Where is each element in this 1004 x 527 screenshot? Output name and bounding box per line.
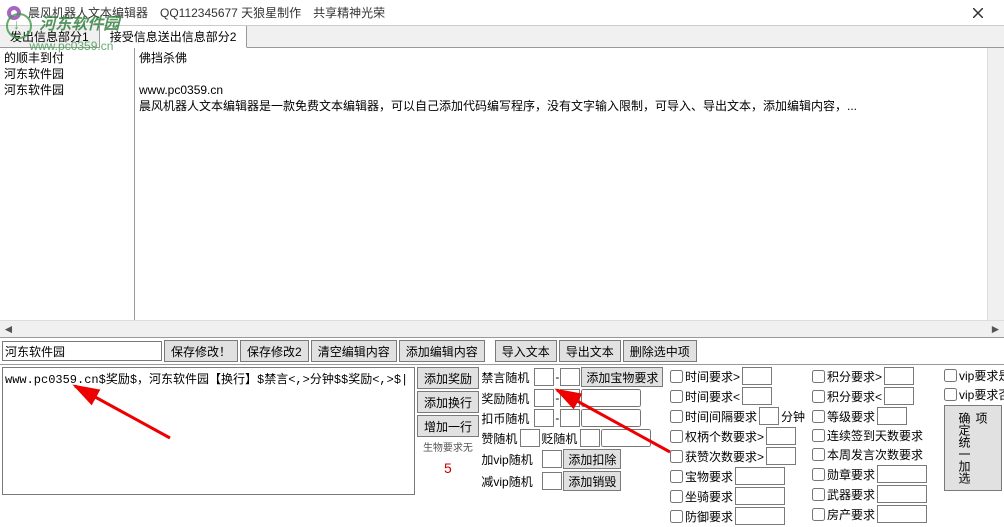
subvip-input[interactable] — [542, 472, 562, 490]
power-input[interactable] — [766, 427, 796, 445]
editor-textarea[interactable]: www.pc0359.cn$奖励$，河东软件园【换行】$禁言<,>分钟$$奖励<… — [2, 367, 415, 495]
reward-extra-input[interactable] — [581, 389, 641, 407]
mount-input[interactable] — [735, 487, 785, 505]
titlebar: 晨风机器人文本编辑器 QQ112345677 天狼星制作 共享精神光荣 — [0, 0, 1004, 26]
content-line: 晨风机器人文本编辑器是一款免费文本编辑器，可以自己添加代码编写程序，没有文字输入… — [139, 98, 1000, 114]
add-line-button[interactable]: 增加一行 — [417, 415, 480, 437]
right-content: 佛挡杀佛 www.pc0359.cn 晨风机器人文本编辑器是一款免费文本编辑器，… — [135, 48, 1004, 320]
list-item[interactable]: 河东软件园 — [4, 82, 130, 98]
top-pane: 的顺丰到付 河东软件园 河东软件园 佛挡杀佛 www.pc0359.cn 晨风机… — [0, 48, 1004, 320]
mount-checkbox[interactable]: 坐骑要求 — [670, 488, 733, 505]
import-button[interactable]: 导入文本 — [495, 340, 557, 362]
bottom-section: www.pc0359.cn$奖励$，河东软件园【换行】$禁言<,>分钟$$奖励<… — [0, 365, 1004, 527]
minutes-label: 分钟 — [781, 408, 805, 425]
score-gt-checkbox[interactable]: 积分要求> — [812, 368, 882, 385]
criticize-random-label: 贬随机 — [541, 430, 579, 447]
criticize-input[interactable] — [580, 429, 600, 447]
tabs-row: 发出信息部分1 接受信息送出信息部分2 — [0, 26, 1004, 48]
zj-extra-input[interactable] — [601, 429, 651, 447]
close-icon — [973, 8, 983, 18]
ban-random-label: 禁言随机 — [481, 369, 533, 386]
mid-buttons: 添加奖励 添加换行 增加一行 生物要求无 5 — [417, 367, 480, 525]
coin-random-label: 扣币随机 — [481, 410, 533, 427]
praise-random-label: 赞随机 — [481, 430, 519, 447]
add-deduct-button[interactable]: 添加扣除 — [563, 449, 621, 469]
content-line: www.pc0359.cn — [139, 82, 1000, 98]
bio-req-label: 生物要求无 — [417, 439, 480, 454]
praise-req-input[interactable] — [766, 447, 796, 465]
score-lt-input[interactable] — [884, 387, 914, 405]
praise-req-checkbox[interactable]: 获赞次数要求> — [670, 448, 764, 465]
export-button[interactable]: 导出文本 — [559, 340, 621, 362]
streak-checkbox[interactable]: 连续签到天数要求 — [812, 427, 923, 444]
add-reward-button[interactable]: 添加奖励 — [417, 367, 480, 389]
list-item[interactable]: 的顺丰到付 — [4, 50, 130, 66]
requirements-panel: 时间要求> 时间要求< 时间间隔要求 分钟 权柄个数要求> 获赞次数要求> 宝物要… — [670, 367, 1002, 525]
list-item[interactable]: 河东软件园 — [4, 66, 130, 82]
time-gt-checkbox[interactable]: 时间要求> — [670, 368, 740, 385]
save-button-2[interactable]: 保存修改2 — [240, 340, 309, 362]
add-newline-button[interactable]: 添加换行 — [417, 391, 480, 413]
horizontal-scrollbar[interactable]: ◄ ► — [0, 320, 1004, 337]
reward-max-input[interactable] — [560, 389, 580, 407]
left-list[interactable]: 的顺丰到付 河东软件园 河东软件园 — [0, 48, 135, 320]
treasure-input[interactable] — [735, 467, 785, 485]
save-button-1[interactable]: 保存修改！ — [164, 340, 238, 362]
house-checkbox[interactable]: 房产要求 — [812, 506, 875, 523]
time-gap-input[interactable] — [759, 407, 779, 425]
vertical-scrollbar[interactable] — [987, 48, 1004, 320]
coin-extra-input[interactable] — [581, 409, 641, 427]
add-destroy-button[interactable]: 添加销毁 — [563, 471, 621, 491]
ban-min-input[interactable] — [534, 368, 554, 386]
add-edit-button[interactable]: 添加编辑内容 — [399, 340, 485, 362]
app-icon — [6, 5, 22, 21]
scroll-left-icon[interactable]: ◄ — [0, 321, 17, 337]
treasure-checkbox[interactable]: 宝物要求 — [670, 468, 733, 485]
reward-random-label: 奖励随机 — [481, 390, 533, 407]
scroll-right-icon[interactable]: ► — [987, 321, 1004, 337]
medal-input[interactable] — [877, 465, 927, 483]
week-speak-checkbox[interactable]: 本周发言次数要求 — [812, 446, 923, 463]
medal-checkbox[interactable]: 勋章要求 — [812, 466, 875, 483]
random-panel: 禁言随机 - 添加宝物要求 奖励随机 - 扣币随机 - 赞随机 贬随机 加vip… — [481, 367, 668, 525]
level-input[interactable] — [877, 407, 907, 425]
delete-selected-button[interactable]: 删除选中项 — [623, 340, 697, 362]
subvip-label: 减vip随机 — [481, 473, 541, 490]
vip-no-checkbox[interactable]: vip要求否 — [944, 386, 1004, 403]
time-gt-input[interactable] — [742, 367, 772, 385]
defense-checkbox[interactable]: 防御要求 — [670, 508, 733, 525]
time-lt-input[interactable] — [742, 387, 772, 405]
add-treasure-button[interactable]: 添加宝物要求 — [581, 367, 663, 387]
toolbar-row: 保存修改！ 保存修改2 清空编辑内容 添加编辑内容 导入文本 导出文本 删除选中… — [0, 337, 1004, 365]
reward-min-input[interactable] — [534, 389, 554, 407]
coin-min-input[interactable] — [534, 409, 554, 427]
clear-button[interactable]: 清空编辑内容 — [311, 340, 397, 362]
time-gap-checkbox[interactable]: 时间间隔要求 — [670, 408, 757, 425]
weapon-input[interactable] — [877, 485, 927, 503]
house-input[interactable] — [877, 505, 927, 523]
addvip-input[interactable] — [542, 450, 562, 468]
score-gt-input[interactable] — [884, 367, 914, 385]
window-title: 晨风机器人文本编辑器 QQ112345677 天狼星制作 共享精神光荣 — [28, 4, 958, 21]
title-input[interactable] — [2, 341, 162, 361]
time-lt-checkbox[interactable]: 时间要求< — [670, 388, 740, 405]
tab-send-info[interactable]: 发出信息部分1 — [0, 26, 100, 47]
score-lt-checkbox[interactable]: 积分要求< — [812, 388, 882, 405]
content-line: 佛挡杀佛 — [139, 50, 1000, 66]
weapon-checkbox[interactable]: 武器要求 — [812, 486, 875, 503]
level-checkbox[interactable]: 等级要求 — [812, 408, 875, 425]
vip-yes-checkbox[interactable]: vip要求是 — [944, 367, 1004, 384]
power-checkbox[interactable]: 权柄个数要求> — [670, 428, 764, 445]
count-number: 5 — [417, 456, 480, 480]
coin-max-input[interactable] — [560, 409, 580, 427]
ban-max-input[interactable] — [560, 368, 580, 386]
confirm-add-options-button[interactable]: 确定统一加选项 — [944, 405, 1002, 491]
addvip-label: 加vip随机 — [481, 451, 541, 468]
close-button[interactable] — [958, 0, 998, 26]
editor-pane: www.pc0359.cn$奖励$，河东软件园【换行】$禁言<,>分钟$$奖励<… — [2, 367, 415, 525]
praise-input[interactable] — [520, 429, 540, 447]
defense-input[interactable] — [735, 507, 785, 525]
tab-receive-info[interactable]: 接受信息送出信息部分2 — [100, 26, 248, 48]
